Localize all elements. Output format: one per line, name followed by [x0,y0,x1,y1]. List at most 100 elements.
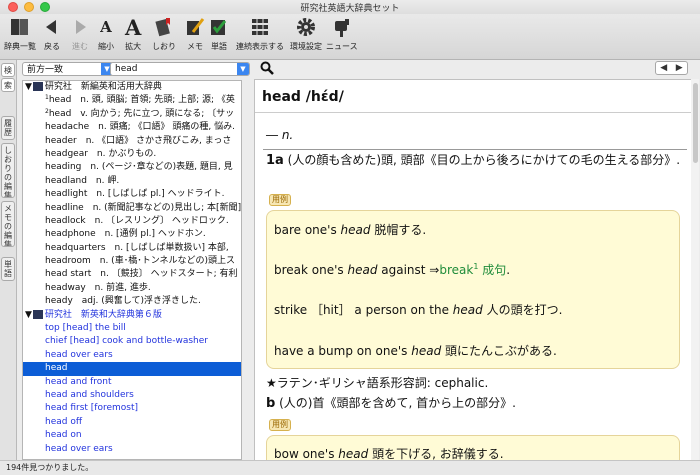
dictionary-name: 研究社 新編英和活用大辞典 [44,82,162,92]
list-item-text: headphone n. [通例 pl.] ヘッドホン. [45,229,206,240]
list-item[interactable]: headache n. 頭痛; 《口語》 頭痛の種, 悩み. [23,121,241,134]
word-button[interactable]: 単語 [208,15,230,57]
forward-arrow-icon [76,20,86,34]
list-item[interactable]: head start n. 〔競技〕 ヘッドスタート; 有利 [23,268,241,281]
forward-button[interactable]: 進む [70,15,90,57]
list-item[interactable]: headline n. (新聞記事などの)見出し; 本[新聞] [23,202,241,215]
entry-view[interactable]: head /hέd/ ― n. 1a (人の顔も含めた)頭, 頭部《目の上から後… [254,79,692,462]
list-item[interactable]: head first [foremost] [23,402,241,415]
toolbar-label: 単語 [211,42,227,51]
list-item-text: headline n. (新聞記事などの)見出し; 本[新聞] [45,202,241,213]
entry-scrollbar[interactable] [691,79,699,460]
sense-number: b [266,396,276,411]
back-arrow-icon [46,20,56,34]
disclosure-triangle-icon[interactable]: ▼ [25,310,32,320]
tab-search-1[interactable]: 検 [1,63,15,77]
tab-bookmark-edit[interactable]: しおりの編集 [1,143,15,198]
list-item-text: headlight n. [しばしば pl.] ヘッドライト. [45,189,225,200]
next-result-icon[interactable]: ▶ [672,62,688,74]
preferences-button[interactable]: 環境設定 [290,15,322,57]
toolbar-label: 戻る [44,42,60,51]
toolbar-label: しおり [152,42,176,51]
list-item-text: headache n. 頭痛; 《口語》 頭痛の種, 悩み. [45,122,235,133]
list-item[interactable]: headlock n. 〔レスリング〕 ヘッドロック. [23,215,241,228]
side-tab-strip: 検 索 履歴 しおりの編集 メモの編集 単語 [0,60,17,460]
tab-memo-edit[interactable]: メモの編集 [1,201,15,247]
list-item[interactable]: head and front [23,376,241,389]
dictionary-header[interactable]: ▼ 研究社 新英和大辞典第６版 [23,309,241,322]
title-bar: 研究社英語大辞典セット [0,0,700,14]
list-item-text: header n. 《口語》 さかさ飛びこみ, まっさ [45,135,232,146]
tab-history[interactable]: 履歴 [1,116,15,140]
chevron-down-icon: ▼ [237,63,249,75]
disclosure-triangle-icon[interactable]: ▼ [25,82,32,92]
example-line: bare one's head 脱帽する. [274,223,427,237]
list-item[interactable]: head over ears [23,349,241,362]
enlarge-text-icon: A [125,14,142,40]
list-item[interactable]: 2head v. 向かう; 先に立つ, 頭になる; 〔サッ [23,108,241,121]
search-panel: 前方一致 ▼ head ▼ ▼ 研究社 新編英和活用大辞典 1head n. 頭,… [17,60,253,460]
sense-text: (人の)首《頭部を含めて, 首から上の部分》. [275,396,516,410]
list-item-text: head v. 向かう; 先に立つ, 頭になる; 〔サッ [48,108,235,119]
sense-definition: b (人の)首《頭部を含めて, 首から上の部分》. [266,394,686,413]
list-item[interactable]: headland n. 岬. [23,175,241,188]
divider [255,112,691,113]
news-icon [334,19,349,37]
tab-word[interactable]: 単語 [1,257,15,281]
list-item[interactable]: head on [23,429,241,442]
list-item[interactable]: top [head] the bill [23,322,241,335]
part-of-speech: ― n. [266,128,294,142]
memo-button[interactable]: メモ [184,15,206,57]
enlarge-text-button[interactable]: A 拡大 [125,15,141,57]
list-item-text: headlock n. 〔レスリング〕 ヘッドロック. [45,215,229,226]
idiom-link[interactable]: 成句 [482,263,506,277]
list-item-text: head n. 頭, 頭脳; 首領; 先頭; 上部; 源; 《英 [48,95,235,106]
toolbar-label: 辞典一覧 [4,42,36,51]
status-bar: 194件見つかりました。 [0,460,700,475]
list-item[interactable]: head and shoulders [23,389,241,402]
scroll-thumb[interactable] [693,83,698,163]
list-item[interactable]: headlight n. [しばしば pl.] ヘッドライト. [23,188,241,201]
list-item[interactable]: chief [head] cook and bottle-washer [23,335,241,348]
sense-text: (人の顔も含めた)頭, 頭部《目の上から後ろにかけての毛の生える部分》. [283,153,681,167]
dictionary-header[interactable]: ▼ 研究社 新編英和活用大辞典 [23,81,241,94]
list-item[interactable]: head [23,362,241,376]
list-item[interactable]: headquarters n. [しばしば単数扱い] 本部, [23,242,241,255]
dictionary-list-button[interactable]: 辞典一覧 [4,15,36,57]
list-item[interactable]: header n. 《口語》 さかさ飛びこみ, まっさ [23,135,241,148]
list-item[interactable]: headphone n. [通例 pl.] ヘッドホン. [23,228,241,241]
example-label: 用例 [269,194,291,206]
list-item[interactable]: headgear n. かぶりもの. [23,148,241,161]
list-item[interactable]: headway n. 前進, 進歩. [23,282,241,295]
news-button[interactable]: ニュース [326,15,358,57]
bookmark-button[interactable]: しおり [152,15,176,57]
list-item[interactable]: 1head n. 頭, 頭脳; 首領; 先頭; 上部; 源; 《英 [23,94,241,107]
toolbar-label: 環境設定 [290,42,322,51]
list-item[interactable]: head off [23,416,241,429]
list-item[interactable]: headroom n. (車･橋･トンネルなどの)頭上ス [23,255,241,268]
result-nav-arrows: ◀ ▶ [655,61,688,75]
list-item[interactable]: heading n. (ページ･章などの)表題, 題目, 見 [23,161,241,174]
window-title: 研究社英語大辞典セット [300,4,400,14]
example-line: strike ［hit］ a person on the head 人の頭を打つ… [274,303,563,317]
continuous-display-button[interactable]: 連続表示する [236,15,284,57]
list-item[interactable]: heady adj. (興奮して)浮き浮きした. [23,295,241,308]
list-item-text: heady adj. (興奮して)浮き浮きした. [45,296,201,307]
search-input[interactable]: head ▼ [110,62,250,76]
toolbar-label: 連続表示する [236,42,284,51]
list-item[interactable]: head over ears [23,443,241,456]
shrink-text-button[interactable]: A 縮小 [98,15,114,57]
tab-search-2[interactable]: 索 [1,78,15,92]
list-item-text: headland n. 岬. [45,175,120,186]
result-list[interactable]: ▼ 研究社 新編英和活用大辞典 1head n. 頭, 頭脳; 首領; 先頭; 上… [22,80,242,460]
toolbar-label: 縮小 [98,42,114,51]
etymology-note: ★ラテン･ギリシャ語系形容詞: cephalic. [266,376,489,390]
cross-reference-link[interactable]: break [439,263,473,277]
back-button[interactable]: 戻る [42,15,62,57]
example-box: bow one's head 頭を下げる, お辞儀する. [266,435,680,461]
search-toggle-button[interactable] [260,61,274,78]
list-item-text: headquarters n. [しばしば単数扱い] 本部, [45,242,229,253]
previous-result-icon[interactable]: ◀ [656,62,672,74]
search-mode-select[interactable]: 前方一致 ▼ [22,62,114,76]
list-item-text: head start n. 〔競技〕 ヘッドスタート; 有利 [45,269,238,280]
